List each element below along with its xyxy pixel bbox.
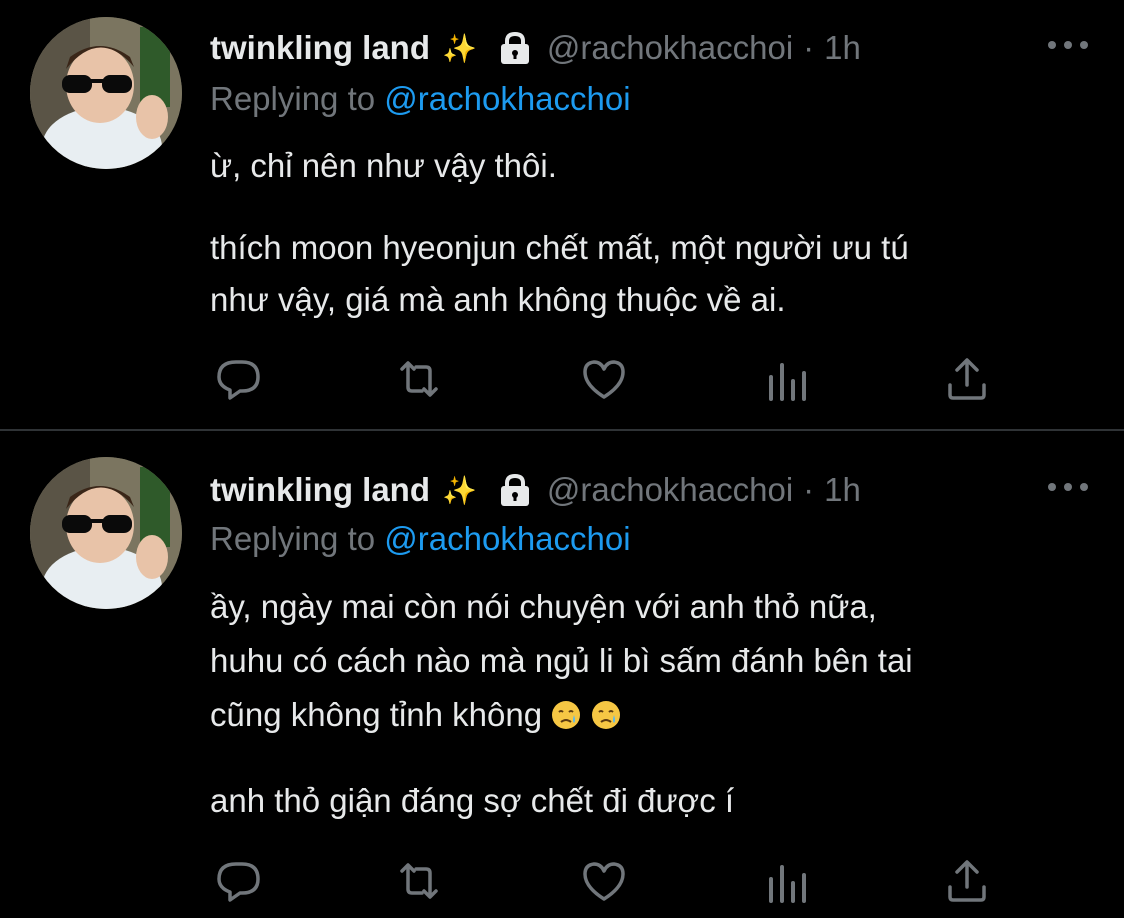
replying-prefix: Replying to [210, 80, 376, 117]
replying-mention[interactable]: @rachokhacchoi [384, 520, 630, 557]
tweet-line: thích moon hyeonjun chết mất, một người … [210, 229, 909, 266]
tweet-header: twinkling land ✨ @rachokhacchoi · 1h [210, 26, 861, 70]
replying-prefix: Replying to [210, 520, 376, 557]
more-options-icon[interactable] [1048, 36, 1088, 54]
analytics-icon[interactable] [762, 857, 812, 905]
share-icon[interactable] [942, 857, 992, 905]
timestamp[interactable]: 1h [824, 471, 861, 509]
handle[interactable]: @rachokhacchoi [547, 29, 793, 67]
tweet-line-with-emoji: cũng không tỉnh không [210, 688, 1090, 742]
tweet-text: ừ, chỉ nên như vậy thôi. thích moon hyeo… [210, 140, 1090, 326]
tweet-text: ầy, ngày mai còn nói chuyện với anh thỏ … [210, 580, 1090, 828]
display-name[interactable]: twinkling land [210, 471, 430, 509]
divider [0, 429, 1124, 431]
like-icon[interactable] [579, 355, 629, 403]
analytics-icon[interactable] [762, 355, 812, 403]
separator: · [803, 471, 815, 508]
reply-icon[interactable] [214, 355, 264, 403]
tweet-line: huhu có cách nào mà ngủ li bì sấm đánh b… [210, 642, 913, 679]
timestamp[interactable]: 1h [824, 29, 861, 67]
reply-icon[interactable] [214, 857, 264, 905]
retweet-icon[interactable] [394, 355, 444, 403]
tweet-line: anh thỏ giận đáng sợ chết đi được í [210, 782, 735, 819]
avatar[interactable] [30, 457, 182, 609]
tweet[interactable]: twinkling land ✨ @rachokhacchoi · 1h Rep… [0, 0, 1124, 430]
share-icon[interactable] [942, 355, 992, 403]
tweet-header: twinkling land ✨ @rachokhacchoi · 1h [210, 468, 861, 512]
more-options-icon[interactable] [1048, 478, 1088, 496]
tweet[interactable]: twinkling land ✨ @rachokhacchoi · 1h Rep… [0, 432, 1124, 918]
display-name[interactable]: twinkling land [210, 29, 430, 67]
crying-face-emoji [590, 693, 622, 729]
replying-mention[interactable]: @rachokhacchoi [384, 80, 630, 117]
tweet-line: cũng không tỉnh không [210, 696, 543, 733]
lock-icon [497, 473, 533, 507]
like-icon[interactable] [579, 857, 629, 905]
tweet-actions [214, 857, 994, 905]
tweet-actions [214, 355, 994, 403]
lock-icon [497, 31, 533, 65]
replying-to: Replying to @rachokhacchoi [210, 80, 631, 118]
retweet-icon[interactable] [394, 857, 444, 905]
sparkles-emoji: ✨ [442, 474, 477, 506]
crying-face-emoji [550, 693, 582, 729]
handle[interactable]: @rachokhacchoi [547, 471, 793, 509]
tweet-line: như vậy, giá mà anh không thuộc về ai. [210, 281, 786, 318]
sparkles-emoji: ✨ [442, 32, 477, 64]
avatar[interactable] [30, 17, 182, 169]
tweet-line: ầy, ngày mai còn nói chuyện với anh thỏ … [210, 588, 877, 625]
separator: · [803, 29, 815, 66]
tweet-line: ừ, chỉ nên như vậy thôi. [210, 147, 557, 184]
replying-to: Replying to @rachokhacchoi [210, 520, 631, 558]
